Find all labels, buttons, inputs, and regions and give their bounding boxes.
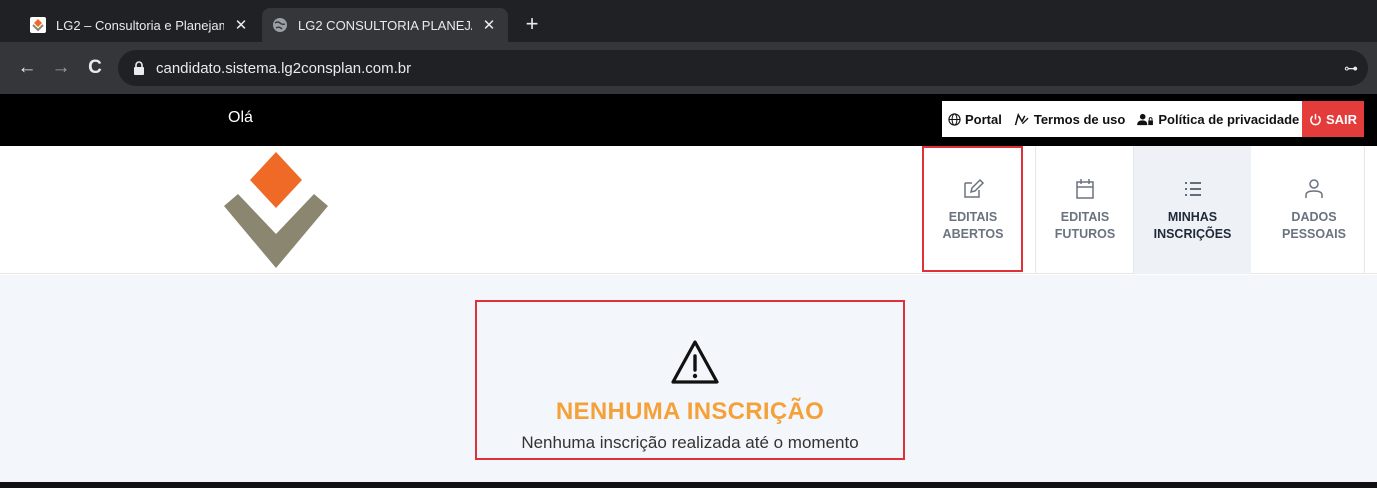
tab-title: LG2 – Consultoria e Planejamento — [56, 17, 224, 33]
new-tab-button[interactable]: + — [520, 12, 544, 36]
back-arrow-icon[interactable]: ← — [16, 58, 38, 78]
menu-label: EDITAIS FUTUROS — [1054, 210, 1116, 241]
browser-tab-strip: LG2 – Consultoria e Planejamento ✕ LG2 C… — [0, 0, 1377, 42]
site-header: EDITAIS ABERTOS EDITAIS FUTUROS MINHAS I… — [0, 146, 1377, 274]
list-icon — [1184, 182, 1201, 196]
menu-dados-pessoais[interactable]: DADOS PESSOAIS — [1265, 146, 1363, 274]
browser-toolbar: ← → C candidato.sistema.lg2consplan.com.… — [0, 42, 1377, 94]
menu-label: MINHAS INSCRIÇÕES — [1153, 210, 1232, 241]
forward-arrow-icon[interactable]: → — [50, 58, 72, 78]
footer-bar — [0, 482, 1377, 488]
warning-icon — [671, 340, 719, 384]
key-icon[interactable]: ⊶ — [1344, 60, 1358, 77]
menu-label: DADOS PESSOAIS — [1282, 210, 1346, 241]
menu-editais-futuros[interactable]: EDITAIS FUTUROS — [1036, 146, 1134, 274]
reload-icon[interactable]: C — [84, 58, 106, 78]
globe-icon — [948, 112, 961, 126]
greeting-text: Olá — [228, 109, 253, 126]
terms-link[interactable]: Termos de uso — [1014, 111, 1126, 127]
close-tab-icon[interactable]: ✕ — [480, 16, 498, 34]
lock-icon — [134, 61, 144, 75]
address-bar[interactable]: candidato.sistema.lg2consplan.com.br ⊶ — [118, 50, 1368, 86]
site-top-bar: Olá Portal Termos de uso Política de pri… — [0, 94, 1377, 146]
terms-link-label: Termos de uso — [1033, 111, 1126, 127]
portal-link[interactable]: Portal — [948, 112, 1002, 127]
privacy-link-label: Política de privacidade — [1158, 111, 1300, 127]
top-links: Portal Termos de uso Política de privaci… — [942, 101, 1302, 137]
close-tab-icon[interactable]: ✕ — [232, 16, 250, 34]
logout-button[interactable]: SAIR — [1302, 101, 1364, 137]
url-text: candidato.sistema.lg2consplan.com.br — [156, 59, 412, 77]
users-lock-icon — [1137, 113, 1154, 125]
lg2-logo — [224, 152, 328, 268]
menu-separator — [1364, 146, 1365, 274]
calendar-icon — [1076, 179, 1094, 199]
menu-editais-abertos[interactable]: EDITAIS ABERTOS — [924, 146, 1022, 274]
browser-tab-lg2-consultoria[interactable]: LG2 – Consultoria e Planejamento ✕ — [20, 8, 260, 42]
logout-label: SAIR — [1325, 111, 1358, 127]
edit-icon — [964, 178, 985, 198]
portal-link-label: Portal — [965, 111, 1002, 127]
menu-label: EDITAIS ABERTOS — [942, 210, 1004, 241]
privacy-link[interactable]: Política de privacidade — [1137, 112, 1299, 127]
browser-tab-lg2-planejamento[interactable]: LG2 CONSULTORIA PLANEJAMENTO ✕ — [262, 8, 508, 42]
empty-state-message: Nenhuma inscrição realizada até o moment… — [521, 433, 859, 452]
globe-favicon-icon — [273, 18, 287, 32]
empty-state-title: NENHUMA INSCRIÇÃO — [555, 398, 825, 425]
tab-title: LG2 CONSULTORIA PLANEJAMENTO — [298, 17, 472, 33]
lg2-favicon-icon — [30, 17, 46, 33]
menu-minhas-inscricoes[interactable]: MINHAS INSCRIÇÕES — [1134, 146, 1251, 274]
signature-icon — [1014, 112, 1029, 125]
power-icon — [1310, 113, 1321, 125]
user-icon — [1305, 179, 1323, 198]
